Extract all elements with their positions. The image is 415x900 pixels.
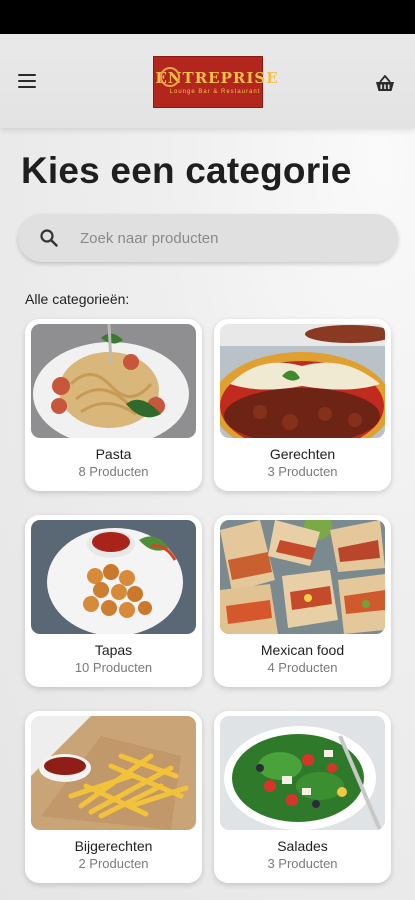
category-count: 2 Producten [78,856,149,871]
category-grid: Pasta 8 Producten Gerechten 3 Producten [25,319,391,883]
salades-image [220,716,385,830]
app-bar: ENTREPRISE Lounge Bar & Restaurant [0,34,415,128]
category-card-bijgerechten[interactable]: Bijgerechten 2 Producten [25,711,202,883]
category-count: 10 Producten [74,660,153,675]
category-count: 4 Producten [267,660,338,675]
category-count: 3 Producten [267,464,338,479]
category-card-pasta[interactable]: Pasta 8 Producten [25,319,202,491]
category-name: Mexican food [260,642,345,658]
search-icon [40,229,58,247]
category-card-mexican-food[interactable]: Mexican food 4 Producten [214,515,391,687]
search-bar[interactable] [18,214,398,262]
category-card-gerechten[interactable]: Gerechten 3 Producten [214,319,391,491]
category-count: 3 Producten [267,856,338,871]
category-card-salades[interactable]: Salades 3 Producten [214,711,391,883]
category-name: Gerechten [269,446,336,462]
search-input[interactable] [80,214,380,262]
hamburger-menu-icon[interactable] [18,70,44,92]
category-name: Tapas [94,642,133,658]
categories-label: Alle categorieën: [25,291,130,307]
logo-subtitle: Lounge Bar & Restaurant [169,89,261,95]
main-content: Kies een categorie Alle categorieën: [0,128,415,900]
category-count: 8 Producten [78,464,149,479]
tapas-image [31,520,196,634]
restaurant-logo[interactable]: ENTREPRISE Lounge Bar & Restaurant [153,56,278,108]
bijgerechten-image [31,716,196,830]
pasta-image [31,324,196,438]
category-name: Pasta [95,446,132,462]
page-title: Kies een categorie [21,150,352,191]
category-name: Salades [277,838,328,854]
gerechten-image [220,324,385,438]
category-name: Bijgerechten [74,838,153,854]
mexican-food-image [220,520,385,634]
basket-icon[interactable] [374,74,396,94]
status-bar [0,0,415,34]
category-card-tapas[interactable]: Tapas 10 Producten [25,515,202,687]
logo-emblem-icon [160,67,180,87]
